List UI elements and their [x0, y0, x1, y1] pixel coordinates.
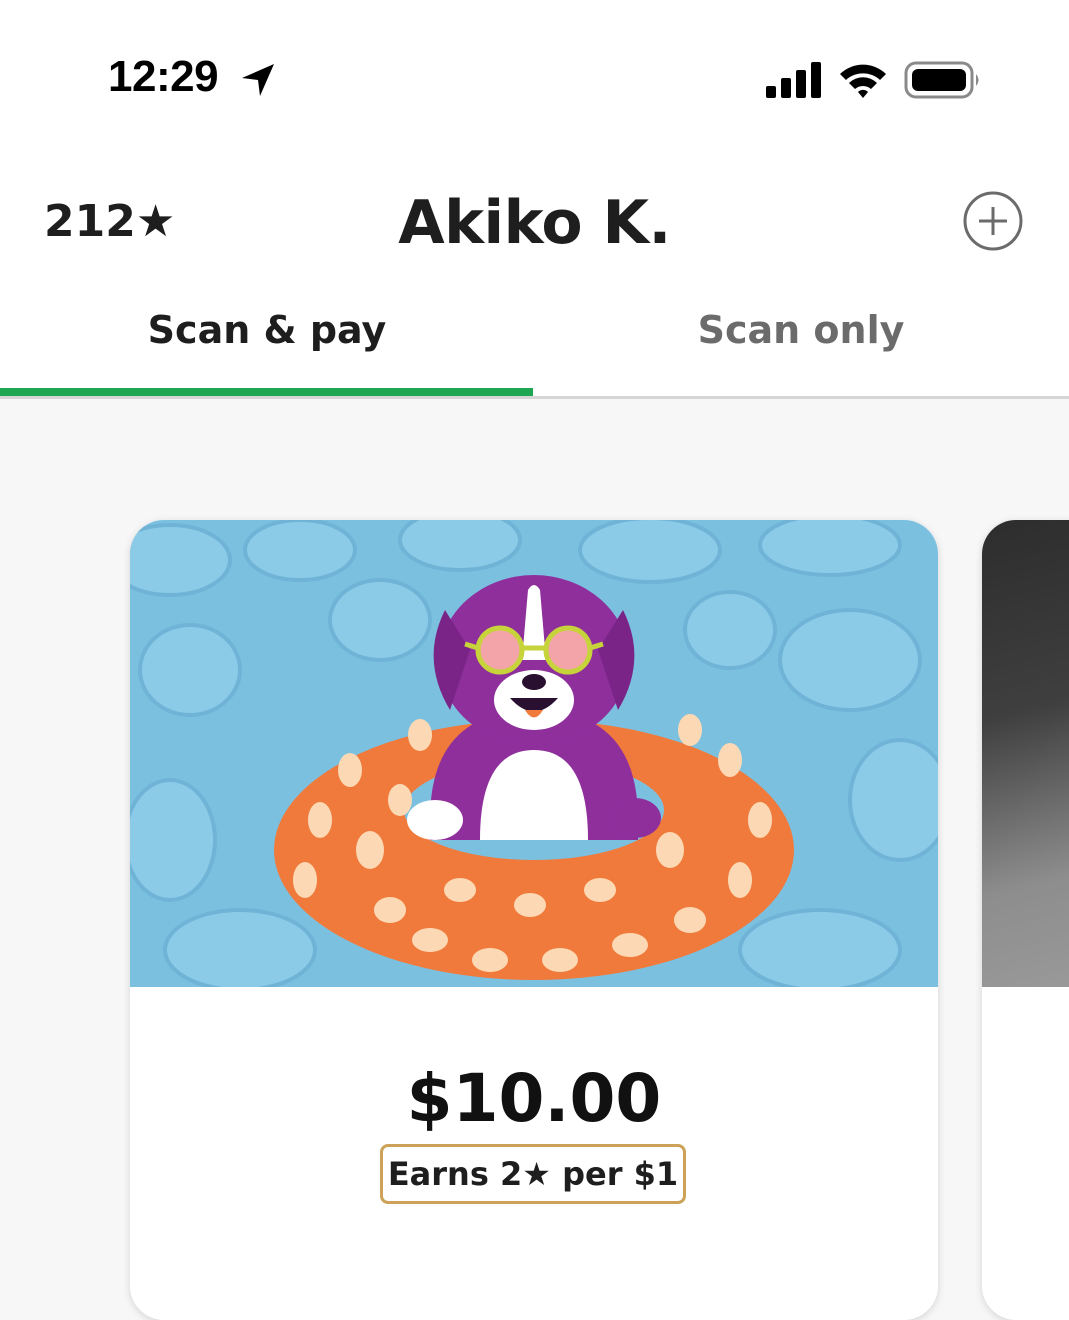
status-time: 12:29	[108, 52, 219, 101]
location-arrow-icon	[242, 64, 274, 96]
card-artwork	[130, 520, 938, 987]
earn-rate-badge: Earns 2★ per $1	[380, 1144, 686, 1204]
tab-scan-only[interactable]: Scan only	[534, 308, 1068, 352]
plus-circle-icon[interactable]	[962, 190, 1024, 252]
battery-icon	[904, 61, 979, 99]
next-card-peek[interactable]	[982, 520, 1069, 1320]
wifi-icon	[840, 64, 886, 98]
account-name: Akiko K.	[398, 188, 671, 258]
cellular-signal-icon	[766, 62, 821, 98]
tab-scan-and-pay[interactable]: Scan & pay	[0, 308, 534, 352]
gift-card[interactable]: $10.00 Earns 2★ per $1	[130, 520, 938, 1320]
card-balance: $10.00	[406, 1060, 662, 1137]
next-card-artwork	[982, 520, 1069, 987]
tab-divider	[0, 396, 1069, 399]
tab-selected-indicator	[0, 388, 533, 396]
